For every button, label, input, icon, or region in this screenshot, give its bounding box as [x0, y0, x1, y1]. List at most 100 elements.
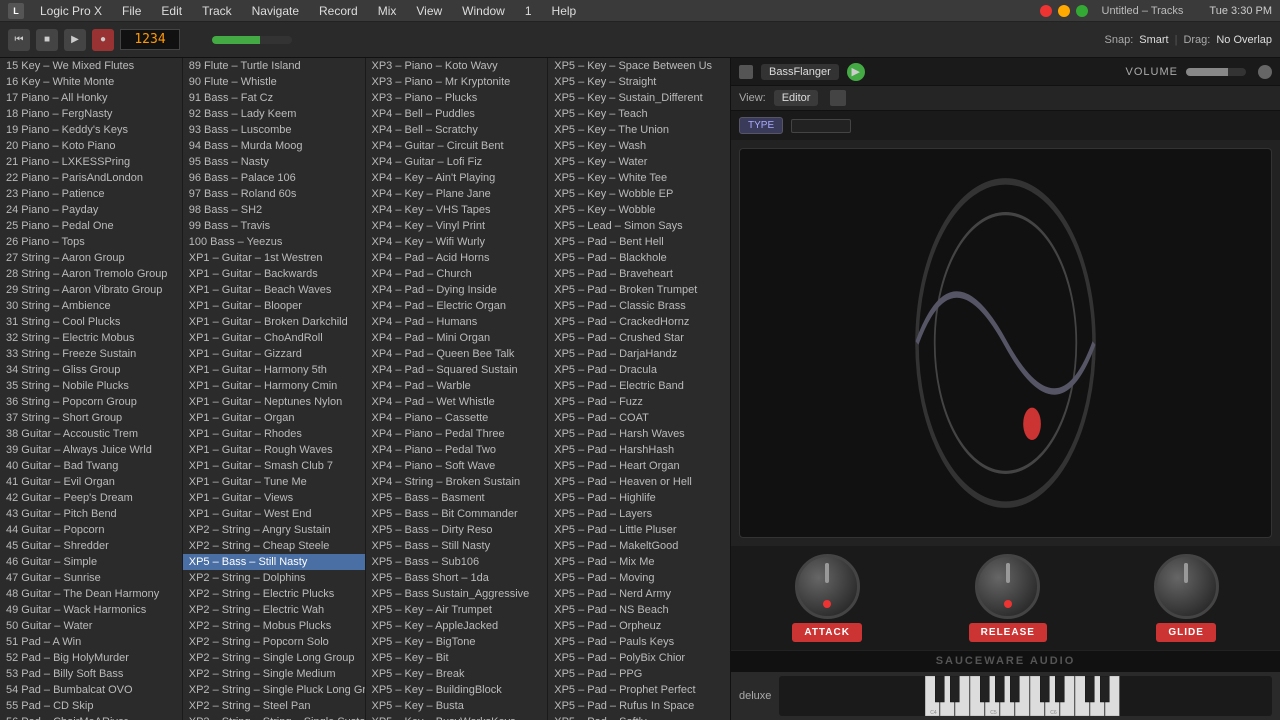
- list-item[interactable]: 32 String – Electric Mobus: [0, 330, 182, 346]
- list-item[interactable]: 18 Piano – FergNasty: [0, 106, 182, 122]
- list-item[interactable]: 20 Piano – Koto Piano: [0, 138, 182, 154]
- list-item[interactable]: XP4 – Pad – Dying Inside: [366, 282, 548, 298]
- list-item[interactable]: XP5 – Pad – CrackedHornz: [548, 314, 730, 330]
- list-item[interactable]: XP1 – Guitar – Harmony Cmin: [183, 378, 365, 394]
- list-item[interactable]: XP3 – Piano – Plucks: [366, 90, 548, 106]
- list-item[interactable]: 33 String – Freeze Sustain: [0, 346, 182, 362]
- list-item[interactable]: XP4 – Bell – Puddles: [366, 106, 548, 122]
- stop-btn[interactable]: ■: [36, 29, 58, 51]
- list-item[interactable]: XP1 – Guitar – 1st Westren: [183, 250, 365, 266]
- list-item[interactable]: XP2 – String – Electric Plucks: [183, 586, 365, 602]
- instrument-col4[interactable]: XP5 – Key – Space Between Us XP5 – Key –…: [548, 58, 730, 720]
- list-item[interactable]: XP1 – Guitar – Broken Darkchild: [183, 314, 365, 330]
- list-item[interactable]: 40 Guitar – Bad Twang: [0, 458, 182, 474]
- release-knob[interactable]: [975, 554, 1040, 619]
- list-item[interactable]: 96 Bass – Palace 106: [183, 170, 365, 186]
- list-item[interactable]: XP5 – Key – Teach: [548, 106, 730, 122]
- menu-view[interactable]: View: [408, 2, 450, 20]
- list-item[interactable]: 37 String – Short Group: [0, 410, 182, 426]
- list-item[interactable]: XP4 – Piano – Pedal Three: [366, 426, 548, 442]
- list-item[interactable]: 15 Key – We Mixed Flutes: [0, 58, 182, 74]
- list-item[interactable]: XP1 – Guitar – Tune Me: [183, 474, 365, 490]
- list-item[interactable]: XP5 – Bass Short – 1da: [366, 570, 548, 586]
- list-item[interactable]: 47 Guitar – Sunrise: [0, 570, 182, 586]
- list-item[interactable]: XP5 – Key – Straight: [548, 74, 730, 90]
- piano-keys[interactable]: C4 C5 C6: [779, 676, 1272, 716]
- list-item[interactable]: 42 Guitar – Peep's Dream: [0, 490, 182, 506]
- list-item[interactable]: XP5 – Pad – Heart Organ: [548, 458, 730, 474]
- list-item[interactable]: 89 Flute – Turtle Island: [183, 58, 365, 74]
- menu-window[interactable]: Window: [454, 2, 513, 20]
- rewind-btn[interactable]: ⏮: [8, 29, 30, 51]
- menu-help[interactable]: Help: [544, 2, 585, 20]
- instrument-col1[interactable]: 15 Key – We Mixed Flutes 16 Key – White …: [0, 58, 183, 720]
- list-item[interactable]: XP5 – Key – BusyWorksKeys: [366, 714, 548, 720]
- list-item[interactable]: XP5 – Pad – Softly: [548, 714, 730, 720]
- list-item[interactable]: XP4 – Pad – Mini Organ: [366, 330, 548, 346]
- list-item[interactable]: XP5 – Key – Wobble: [548, 202, 730, 218]
- list-item[interactable]: XP5 – Pad – NS Beach: [548, 602, 730, 618]
- list-item[interactable]: XP1 – Guitar – Blooper: [183, 298, 365, 314]
- list-item[interactable]: XP1 – Guitar – Neptunes Nylon: [183, 394, 365, 410]
- instrument-col2[interactable]: 89 Flute – Turtle Island 90 Flute – Whis…: [183, 58, 366, 720]
- list-item[interactable]: 46 Guitar – Simple: [0, 554, 182, 570]
- instrument-col3[interactable]: XP3 – Piano – Koto Wavy XP3 – Piano – Mr…: [366, 58, 549, 720]
- list-item[interactable]: XP5 – Key – Water: [548, 154, 730, 170]
- drag-value[interactable]: No Overlap: [1216, 34, 1272, 46]
- menu-mix[interactable]: Mix: [370, 2, 405, 20]
- list-item[interactable]: 25 Piano – Pedal One: [0, 218, 182, 234]
- list-item[interactable]: XP3 – Piano – Koto Wavy: [366, 58, 548, 74]
- list-item[interactable]: XP5 – Pad – COAT: [548, 410, 730, 426]
- list-item[interactable]: XP1 – Guitar – Rough Waves: [183, 442, 365, 458]
- list-item[interactable]: XP5 – Pad – Braveheart: [548, 266, 730, 282]
- list-item[interactable]: 43 Guitar – Pitch Bend: [0, 506, 182, 522]
- list-item[interactable]: 45 Guitar – Shredder: [0, 538, 182, 554]
- list-item[interactable]: 24 Piano – Payday: [0, 202, 182, 218]
- play-btn[interactable]: ▶: [64, 29, 86, 51]
- list-item[interactable]: XP4 – Pad – Queen Bee Talk: [366, 346, 548, 362]
- list-item[interactable]: XP1 – Guitar – Beach Waves: [183, 282, 365, 298]
- list-item[interactable]: XP2 – String – Mobus Plucks: [183, 618, 365, 634]
- list-item[interactable]: XP5 – Pad – Orpheuz: [548, 618, 730, 634]
- list-item[interactable]: XP5 – Bass – Basment: [366, 490, 548, 506]
- list-item[interactable]: 44 Guitar – Popcorn: [0, 522, 182, 538]
- list-item[interactable]: XP5 – Pad – PPG: [548, 666, 730, 682]
- list-item[interactable]: XP5 – Key – Air Trumpet: [366, 602, 548, 618]
- list-item[interactable]: XP1 – Guitar – Harmony 5th: [183, 362, 365, 378]
- list-item[interactable]: XP4 – Pad – Electric Organ: [366, 298, 548, 314]
- list-item[interactable]: XP5 – Bass Sustain_Aggressive: [366, 586, 548, 602]
- list-item[interactable]: 23 Piano – Patience: [0, 186, 182, 202]
- list-item[interactable]: XP5 – Pad – DarjaHandz: [548, 346, 730, 362]
- list-item[interactable]: 26 Piano – Tops: [0, 234, 182, 250]
- list-item[interactable]: 28 String – Aaron Tremolo Group: [0, 266, 182, 282]
- list-item[interactable]: XP4 – Bell – Scratchy: [366, 122, 548, 138]
- list-item[interactable]: 38 Guitar – Accoustic Trem: [0, 426, 182, 442]
- list-item[interactable]: XP4 – Guitar – Lofi Fiz: [366, 154, 548, 170]
- list-item[interactable]: XP2 – String – Single Medium: [183, 666, 365, 682]
- list-item[interactable]: 30 String – Ambience: [0, 298, 182, 314]
- list-item[interactable]: XP5 – Pad – MakeltGood: [548, 538, 730, 554]
- list-item[interactable]: XP5 – Key – Space Between Us: [548, 58, 730, 74]
- menu-file[interactable]: File: [114, 2, 149, 20]
- list-item[interactable]: XP4 – Key – Ain't Playing: [366, 170, 548, 186]
- attack-btn[interactable]: ATTACK: [792, 623, 862, 642]
- list-item[interactable]: 53 Pad – Billy Soft Bass: [0, 666, 182, 682]
- list-item[interactable]: XP4 – Pad – Humans: [366, 314, 548, 330]
- list-item[interactable]: XP1 – Guitar – Organ: [183, 410, 365, 426]
- type-button[interactable]: TYPE: [739, 117, 783, 134]
- list-item[interactable]: XP3 – Piano – Mr Kryptonite: [366, 74, 548, 90]
- list-item[interactable]: XP1 – Guitar – Backwards: [183, 266, 365, 282]
- list-item[interactable]: 48 Guitar – The Dean Harmony: [0, 586, 182, 602]
- plugin-play-btn[interactable]: ▶: [847, 63, 865, 81]
- list-item[interactable]: XP2 – String – Popcorn Solo: [183, 634, 365, 650]
- list-item[interactable]: 99 Bass – Travis: [183, 218, 365, 234]
- list-item[interactable]: 95 Bass – Nasty: [183, 154, 365, 170]
- list-item[interactable]: XP1 – Guitar – Views: [183, 490, 365, 506]
- list-item[interactable]: XP2 – String – Electric Wah: [183, 602, 365, 618]
- list-item[interactable]: XP5 – Key – Wash: [548, 138, 730, 154]
- list-item[interactable]: XP5 – Pad – Electric Band: [548, 378, 730, 394]
- list-item[interactable]: XP2 – String – Cheap Steele: [183, 538, 365, 554]
- list-item[interactable]: XP2 – String – Steel Pan: [183, 698, 365, 714]
- list-item[interactable]: XP4 – Key – Vinyl Print: [366, 218, 548, 234]
- list-item[interactable]: XP5 – Pad – Heaven or Hell: [548, 474, 730, 490]
